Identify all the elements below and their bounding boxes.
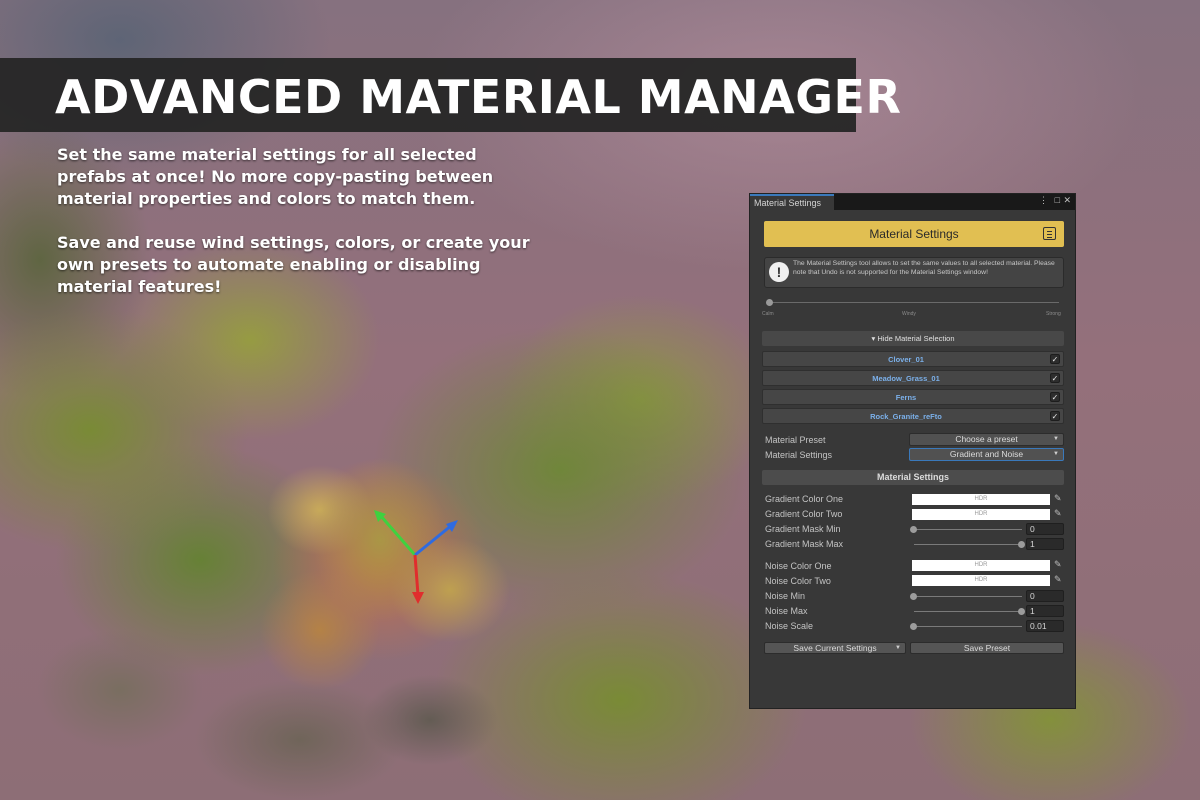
maximize-icon[interactable]: □ bbox=[1055, 195, 1060, 205]
chevron-down-icon: ▼ bbox=[895, 645, 901, 651]
material-settings-window: Material Settings ⋮ □ ✕ Material Setting… bbox=[749, 193, 1076, 709]
window-tab[interactable]: Material Settings bbox=[750, 194, 834, 211]
eyedropper-icon[interactable]: ✎ bbox=[1054, 574, 1062, 585]
gradient-mask-max-label: Gradient Mask Max bbox=[765, 539, 844, 549]
noise-color-one-swatch[interactable]: HDR bbox=[912, 560, 1050, 571]
noise-scale-handle[interactable] bbox=[910, 623, 917, 630]
noise-max-field[interactable]: 1 bbox=[1026, 605, 1064, 617]
wind-label-calm: Calm bbox=[762, 311, 774, 317]
material-preset-dropdown[interactable]: Choose a preset ▼ bbox=[909, 433, 1064, 446]
noise-min-label: Noise Min bbox=[765, 591, 806, 601]
gradient-mask-max-slider[interactable] bbox=[914, 544, 1022, 545]
gradient-color-two-swatch[interactable]: HDR bbox=[912, 509, 1050, 520]
save-preset-button[interactable]: Save Preset bbox=[910, 642, 1064, 654]
noise-color-two-label: Noise Color Two bbox=[765, 576, 831, 586]
noise-color-one-label: Noise Color One bbox=[765, 561, 832, 571]
material-row[interactable]: Ferns ✓ bbox=[762, 389, 1064, 405]
material-settings-mode-dropdown[interactable]: Gradient and Noise ▼ bbox=[909, 448, 1064, 461]
noise-max-handle[interactable] bbox=[1018, 608, 1025, 615]
gradient-color-one-label: Gradient Color One bbox=[765, 494, 844, 504]
material-preset-value: Choose a preset bbox=[955, 434, 1018, 444]
material-name[interactable]: Rock_Granite_reFto bbox=[763, 412, 1049, 421]
eyedropper-icon[interactable]: ✎ bbox=[1054, 559, 1062, 570]
material-name[interactable]: Ferns bbox=[763, 393, 1049, 402]
info-helpbox: ! The Material Settings tool allows to s… bbox=[764, 257, 1064, 288]
gradient-mask-max-field[interactable]: 1 bbox=[1026, 538, 1064, 550]
chevron-down-icon: ▼ bbox=[1053, 436, 1059, 442]
material-settings-mode-label: Material Settings bbox=[765, 450, 833, 460]
header-banner: Material Settings bbox=[764, 221, 1064, 247]
noise-color-two-swatch[interactable]: HDR bbox=[912, 575, 1050, 586]
material-name[interactable]: Meadow_Grass_01 bbox=[763, 374, 1049, 383]
material-preset-label: Material Preset bbox=[765, 435, 826, 445]
eyedropper-icon[interactable]: ✎ bbox=[1054, 508, 1062, 519]
noise-min-handle[interactable] bbox=[910, 593, 917, 600]
material-checkbox[interactable]: ✓ bbox=[1050, 392, 1060, 402]
wind-slider-handle[interactable] bbox=[766, 299, 773, 306]
headline-bar: ADVANCED MATERIAL MANAGER bbox=[0, 58, 901, 132]
gizmo-y-axis[interactable] bbox=[378, 514, 417, 556]
gradient-mask-min-label: Gradient Mask Min bbox=[765, 524, 841, 534]
material-checkbox[interactable]: ✓ bbox=[1050, 373, 1060, 383]
material-row[interactable]: Clover_01 ✓ bbox=[762, 351, 1064, 367]
gradient-color-two-label: Gradient Color Two bbox=[765, 509, 843, 519]
gradient-mask-min-field[interactable]: 0 bbox=[1026, 523, 1064, 535]
gizmo-x-arrow[interactable] bbox=[412, 592, 424, 604]
material-settings-mode-value: Gradient and Noise bbox=[949, 449, 1024, 459]
header-title: Material Settings bbox=[869, 227, 959, 241]
material-name[interactable]: Clover_01 bbox=[763, 355, 1049, 364]
gizmo-z-axis[interactable] bbox=[414, 523, 453, 557]
noise-scale-field[interactable]: 0.01 bbox=[1026, 620, 1064, 632]
gradient-mask-max-handle[interactable] bbox=[1018, 541, 1025, 548]
wind-label-windy: Windy bbox=[902, 311, 916, 317]
material-checkbox[interactable]: ✓ bbox=[1050, 411, 1060, 421]
vertical-ellipsis-icon[interactable]: ⋮ bbox=[1039, 195, 1048, 206]
material-settings-section-header: Material Settings bbox=[762, 470, 1064, 485]
noise-scale-label: Noise Scale bbox=[765, 621, 814, 631]
material-row[interactable]: Rock_Granite_reFto ✓ bbox=[762, 408, 1064, 424]
info-text: The Material Settings tool allows to set… bbox=[793, 260, 1055, 276]
noise-scale-slider[interactable] bbox=[914, 626, 1022, 627]
material-row[interactable]: Meadow_Grass_01 ✓ bbox=[762, 370, 1064, 386]
noise-max-slider[interactable] bbox=[914, 611, 1022, 612]
eyedropper-icon[interactable]: ✎ bbox=[1054, 493, 1062, 504]
gizmo-x-axis[interactable] bbox=[413, 554, 420, 596]
close-icon[interactable]: ✕ bbox=[1063, 195, 1071, 206]
headline-title: ADVANCED MATERIAL MANAGER bbox=[55, 70, 902, 124]
noise-min-field[interactable]: 0 bbox=[1026, 590, 1064, 602]
save-current-settings-label: Save Current Settings bbox=[793, 643, 877, 653]
save-current-settings-dropdown[interactable]: Save Current Settings ▼ bbox=[764, 642, 906, 654]
document-menu-icon[interactable] bbox=[1043, 227, 1056, 240]
promo-paragraph-2: Save and reuse wind settings, colors, or… bbox=[57, 233, 530, 296]
wind-label-strong: Strong bbox=[1046, 311, 1061, 317]
gradient-color-one-swatch[interactable]: HDR bbox=[912, 494, 1050, 505]
material-checkbox[interactable]: ✓ bbox=[1050, 354, 1060, 364]
wind-slider-track[interactable] bbox=[770, 302, 1059, 303]
hide-selection-toggle[interactable]: ▾ Hide Material Selection bbox=[762, 331, 1064, 346]
window-titlebar: Material Settings ⋮ □ ✕ bbox=[750, 194, 1075, 211]
exclamation-icon: ! bbox=[769, 262, 789, 282]
gradient-mask-min-handle[interactable] bbox=[910, 526, 917, 533]
chevron-down-icon: ▼ bbox=[1053, 451, 1059, 457]
noise-min-slider[interactable] bbox=[914, 596, 1022, 597]
gradient-mask-min-slider[interactable] bbox=[914, 529, 1022, 530]
promo-paragraph-1: Set the same material settings for all s… bbox=[57, 145, 494, 208]
transform-gizmo[interactable] bbox=[360, 500, 470, 610]
noise-max-label: Noise Max bbox=[765, 606, 808, 616]
